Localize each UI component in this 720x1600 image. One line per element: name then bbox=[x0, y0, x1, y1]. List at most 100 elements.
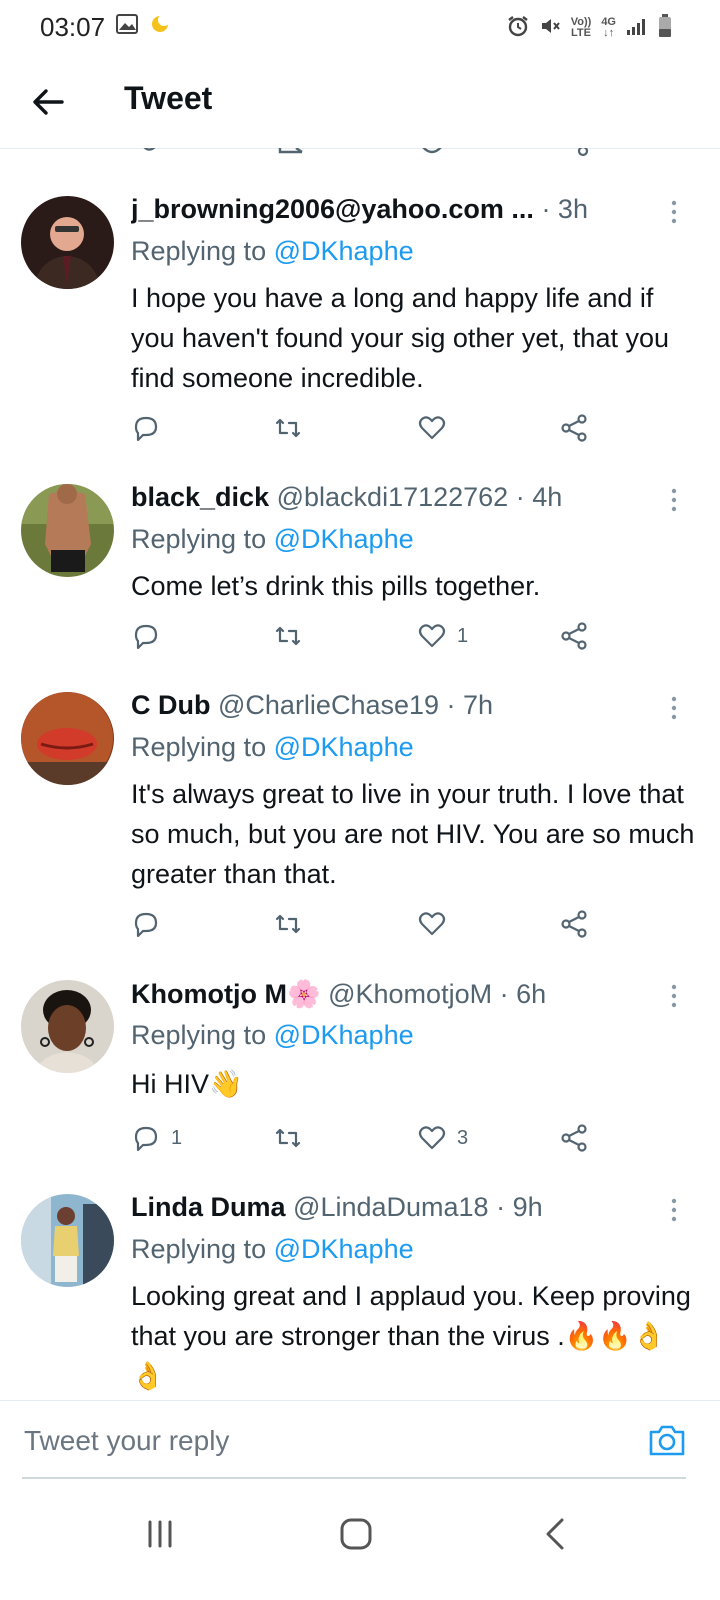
back-arrow-icon[interactable] bbox=[30, 84, 66, 120]
reply-button[interactable] bbox=[131, 904, 171, 944]
reply-composer bbox=[0, 1400, 720, 1479]
like-button[interactable] bbox=[417, 408, 457, 448]
tweet-actions bbox=[131, 904, 611, 944]
4g-indicator: 4G ↓↑ bbox=[601, 15, 616, 39]
recent-apps-icon[interactable] bbox=[140, 1514, 180, 1554]
retweet-button[interactable] bbox=[273, 1118, 303, 1158]
share-icon bbox=[561, 1124, 587, 1152]
replying-handle-link[interactable]: @DKhaphe bbox=[274, 524, 414, 554]
reply-input[interactable] bbox=[22, 1421, 626, 1461]
page-title: Tweet bbox=[124, 80, 213, 116]
author-name[interactable]: black_dick bbox=[131, 482, 269, 512]
retweet-button[interactable] bbox=[273, 616, 303, 656]
tweet-time: · 4h bbox=[515, 482, 563, 512]
author-name[interactable]: j_browning2006@yahoo.com ... bbox=[131, 194, 534, 224]
signal-icon bbox=[626, 16, 648, 39]
avatar[interactable] bbox=[21, 692, 114, 785]
retweet-icon bbox=[275, 1128, 301, 1148]
reply-count: 1 bbox=[171, 1126, 183, 1149]
tweet-actions: 1 3 bbox=[131, 1118, 611, 1158]
avatar[interactable] bbox=[21, 196, 114, 289]
tweet-time: · 6h bbox=[499, 979, 547, 1009]
author-name[interactable]: Linda Duma bbox=[131, 1192, 286, 1222]
tweet-time: · 7h bbox=[446, 690, 494, 720]
replying-to: Replying to @DKhaphe bbox=[131, 732, 414, 762]
tweet[interactable]: black_dick @blackdi17122762 · 4h Replyin… bbox=[0, 464, 720, 673]
tweet-time: · 3h bbox=[541, 194, 588, 224]
reply-button[interactable]: 1 bbox=[131, 1118, 182, 1158]
author-handle[interactable]: @CharlieChase19 bbox=[218, 690, 439, 720]
like-button[interactable] bbox=[417, 904, 457, 944]
like-count: 1 bbox=[457, 624, 469, 647]
replying-handle-link[interactable]: @DKhaphe bbox=[274, 236, 414, 266]
camera-icon[interactable] bbox=[648, 1423, 686, 1457]
replying-handle-link[interactable]: @DKhaphe bbox=[274, 1234, 414, 1264]
like-count: 3 bbox=[457, 1126, 469, 1149]
replying-to: Replying to @DKhaphe bbox=[131, 1234, 414, 1264]
author-name[interactable]: Khomotjo M🌸 bbox=[131, 979, 321, 1009]
heart-icon bbox=[418, 1126, 446, 1150]
tweet-text: I hope you have a long and happy life an… bbox=[131, 283, 669, 393]
tweet-text: It's always great to live in your truth.… bbox=[131, 779, 695, 889]
reply-button[interactable] bbox=[131, 408, 171, 448]
share-icon bbox=[561, 622, 587, 650]
reply-icon bbox=[134, 1126, 158, 1152]
more-options-icon[interactable] bbox=[664, 198, 684, 228]
tweet-text: Come let’s drink this pills together. bbox=[131, 571, 541, 601]
avatar[interactable] bbox=[21, 1194, 114, 1287]
share-button[interactable] bbox=[559, 1118, 589, 1158]
author-handle[interactable]: @blackdi17122762 bbox=[277, 482, 509, 512]
tweet[interactable]: Linda Duma @LindaDuma18 · 9h Replying to… bbox=[0, 1174, 720, 1400]
tweet-time: · 9h bbox=[496, 1192, 543, 1222]
author-handle[interactable]: @LindaDuma18 bbox=[293, 1192, 489, 1222]
retweet-button[interactable] bbox=[273, 904, 303, 944]
reply-button[interactable] bbox=[131, 616, 171, 656]
heart-icon bbox=[418, 912, 446, 936]
share-button[interactable] bbox=[559, 408, 589, 448]
like-button[interactable]: 1 bbox=[417, 616, 468, 656]
previous-tweet-actions bbox=[0, 148, 720, 179]
author-handle[interactable]: @KhomotjoM bbox=[328, 979, 492, 1009]
share-button[interactable] bbox=[559, 904, 589, 944]
night-mode-icon bbox=[150, 14, 170, 39]
like-button[interactable]: 3 bbox=[417, 1118, 468, 1158]
replying-handle-link[interactable]: @DKhaphe bbox=[274, 732, 414, 762]
retweet-button[interactable] bbox=[273, 408, 303, 448]
more-options-icon[interactable] bbox=[664, 694, 684, 724]
retweet-icon bbox=[275, 418, 301, 438]
replying-handle-link[interactable]: @DKhaphe bbox=[274, 1020, 414, 1050]
system-back-icon[interactable] bbox=[536, 1514, 576, 1554]
more-options-icon[interactable] bbox=[664, 486, 684, 516]
alarm-icon bbox=[507, 15, 529, 40]
reply-icon bbox=[134, 912, 158, 938]
tweet[interactable]: j_browning2006@yahoo.com ... · 3h Replyi… bbox=[0, 178, 720, 465]
mute-icon bbox=[539, 15, 561, 40]
heart-icon bbox=[418, 624, 446, 648]
gallery-icon bbox=[116, 14, 138, 39]
battery-icon bbox=[658, 14, 672, 41]
share-button[interactable] bbox=[559, 616, 589, 656]
share-icon bbox=[561, 910, 587, 938]
replying-to: Replying to @DKhaphe bbox=[131, 236, 414, 266]
tweet-actions: 1 bbox=[131, 616, 611, 656]
status-time: 03:07 bbox=[40, 12, 106, 42]
replying-to: Replying to @DKhaphe bbox=[131, 524, 414, 554]
tweet[interactable]: C Dub @CharlieChase19 · 7h Replying to @… bbox=[0, 672, 720, 961]
reply-divider bbox=[22, 1477, 686, 1479]
header: Tweet bbox=[0, 56, 720, 149]
reply-icon bbox=[134, 416, 158, 442]
heart-icon bbox=[418, 416, 446, 440]
share-icon bbox=[561, 414, 587, 442]
tweet-actions bbox=[131, 408, 611, 448]
system-nav-bar bbox=[0, 1480, 720, 1600]
more-options-icon[interactable] bbox=[664, 982, 684, 1012]
home-icon[interactable] bbox=[336, 1514, 376, 1554]
author-name[interactable]: C Dub bbox=[131, 690, 210, 720]
avatar[interactable] bbox=[21, 484, 114, 577]
tweet[interactable]: Khomotjo M🌸 @KhomotjoM · 6h Replying to … bbox=[0, 960, 720, 1175]
retweet-icon bbox=[275, 914, 301, 934]
retweet-icon bbox=[275, 626, 301, 646]
avatar[interactable] bbox=[21, 980, 114, 1073]
more-options-icon[interactable] bbox=[664, 1196, 684, 1226]
replying-to: Replying to @DKhaphe bbox=[131, 1020, 414, 1050]
